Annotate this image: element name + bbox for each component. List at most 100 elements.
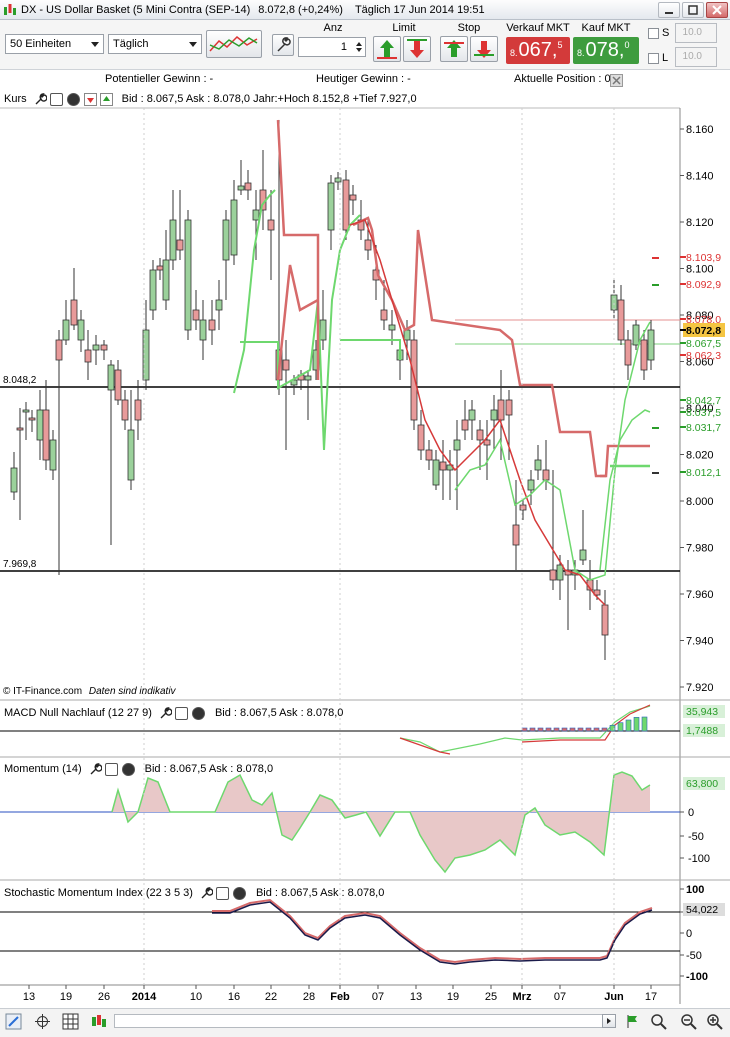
limit-sell-icon: [407, 39, 427, 58]
stop-sell-button[interactable]: [470, 36, 498, 62]
chart-type-button[interactable]: [206, 30, 262, 58]
macd-histogram-bar: [545, 727, 552, 732]
sell-price-prefix: 8.: [510, 48, 518, 58]
sell-market-button[interactable]: 8. 067, 5: [506, 37, 570, 64]
period-select[interactable]: Täglich: [108, 34, 202, 54]
remove-icon[interactable]: [191, 706, 205, 720]
buy-label: Kauf MKT: [581, 22, 631, 34]
buy-price-prefix: 8.: [577, 48, 585, 58]
candle-body: [222, 219, 230, 261]
sell-price-sup: 5: [557, 40, 563, 50]
draw-tool-icon[interactable]: [5, 1013, 22, 1030]
remove-icon[interactable]: [232, 886, 246, 900]
window-icon[interactable]: [104, 762, 118, 776]
candles-icon[interactable]: [90, 1013, 107, 1030]
zoom-in-icon[interactable]: [706, 1013, 723, 1030]
close-button[interactable]: [706, 1, 728, 18]
macd-histogram-bar: [553, 727, 560, 732]
horizontal-scrollbar[interactable]: [114, 1014, 616, 1028]
window-icon[interactable]: [174, 706, 188, 720]
candle-body: [184, 219, 192, 331]
sell-label: Verkauf MKT: [506, 22, 570, 34]
x-axis-label: Feb: [330, 991, 350, 1003]
zoom-out-icon[interactable]: [680, 1013, 697, 1030]
maximize-button[interactable]: [682, 1, 704, 18]
smi-bid-ask: Bid : 8.067,5 Ask : 8.078,0: [255, 887, 385, 899]
stepper-down-icon[interactable]: [356, 48, 362, 52]
smi-tag-label: 54,022: [686, 904, 718, 916]
candle-body: [505, 399, 513, 416]
s-value-field[interactable]: 10.0: [675, 23, 717, 43]
smi-axis-label: -50: [686, 950, 702, 962]
momentum-panel-header: Momentum (14) Bid : 8.067,5 Ask : 8.078,…: [0, 760, 273, 778]
stop-line-red: [276, 119, 320, 380]
candle-body: [282, 359, 290, 371]
remove-icon[interactable]: [66, 92, 80, 106]
price-tag-label: 8.042,7: [686, 395, 721, 407]
chart-area[interactable]: 8.1608.1408.1208.1008.0808.0608.0408.020…: [0, 89, 730, 1004]
l-value: 10.0: [682, 51, 702, 62]
macd-panel-name: MACD Null Nachlauf (12 27 9): [4, 707, 152, 719]
close-position-icon[interactable]: [610, 74, 623, 87]
zoom-fit-icon[interactable]: [650, 1013, 667, 1030]
x-axis-label: 19: [447, 991, 459, 1003]
limit-buy-button[interactable]: [373, 36, 401, 62]
macd-tag-label: 1,7488: [686, 725, 718, 737]
units-select-value: 50 Einheiten: [10, 38, 72, 50]
wrench-icon[interactable]: [33, 92, 47, 106]
copyright-text: © IT-Finance.com: [3, 686, 83, 697]
wrench-icon[interactable]: [199, 886, 213, 900]
remove-icon[interactable]: [121, 762, 135, 776]
momentum-panel-name: Momentum (14): [4, 763, 82, 775]
buy-price-sup: 0: [624, 40, 630, 50]
price-axis-label: 7.980: [686, 543, 714, 555]
units-select[interactable]: 50 Einheiten: [5, 34, 104, 54]
candle-body: [176, 239, 184, 251]
s-checkbox[interactable]: [648, 28, 659, 39]
minimize-button[interactable]: [658, 1, 680, 18]
l-value-field[interactable]: 10.0: [675, 47, 717, 67]
window-icon[interactable]: [49, 92, 63, 106]
price-axis-label: 7.920: [686, 682, 714, 694]
grid-icon[interactable]: [62, 1013, 79, 1030]
arrow-up-icon[interactable]: [99, 92, 113, 106]
wrench-icon[interactable]: [88, 762, 102, 776]
candle-body: [490, 409, 498, 421]
crosshair-icon[interactable]: [34, 1013, 51, 1030]
price-tag-label: 8.067,5: [686, 338, 721, 350]
quantity-stepper[interactable]: 1: [298, 37, 366, 57]
data-indicative-text: Daten sind indikativ: [88, 686, 176, 697]
limit-buy-icon: [377, 40, 397, 59]
candle-body: [10, 467, 18, 493]
price-axis-label: 8.140: [686, 171, 714, 183]
buy-market-button[interactable]: 8. 078, 0: [573, 37, 639, 64]
candle-body: [16, 427, 24, 431]
candle-body: [208, 319, 216, 331]
l-label: L: [662, 52, 669, 64]
x-axis-label: Jun: [604, 991, 624, 1003]
l-checkbox[interactable]: [648, 53, 659, 64]
arrow-down-icon[interactable]: [83, 92, 97, 106]
window-quote: 8.072,8 (+0,24%): [258, 3, 343, 16]
scroll-right-button[interactable]: [602, 1014, 616, 1028]
candle-body: [468, 409, 476, 421]
window-icon[interactable]: [215, 886, 229, 900]
candle-body: [149, 269, 157, 311]
today-gain: Heutiger Gewinn : -: [316, 73, 411, 85]
x-axis-label: 13: [410, 991, 422, 1003]
macd-tag-label: 35,943: [686, 706, 718, 718]
flag-icon[interactable]: [624, 1013, 641, 1030]
candle-body: [230, 199, 238, 256]
price-tag-label: 8.072,8: [686, 325, 721, 337]
wrench-icon[interactable]: [158, 706, 172, 720]
price-axis-label: 8.100: [686, 264, 714, 276]
price-tag-label: 8.062,3: [686, 350, 721, 362]
settings-button[interactable]: [272, 34, 294, 56]
limit-sell-button[interactable]: [403, 36, 431, 62]
stop-buy-button[interactable]: [440, 36, 468, 62]
momentum-area: [112, 772, 650, 872]
stepper-up-icon[interactable]: [356, 42, 362, 46]
candle-body: [162, 259, 170, 301]
x-axis-label: 2014: [132, 991, 157, 1003]
candle-body: [114, 369, 122, 401]
